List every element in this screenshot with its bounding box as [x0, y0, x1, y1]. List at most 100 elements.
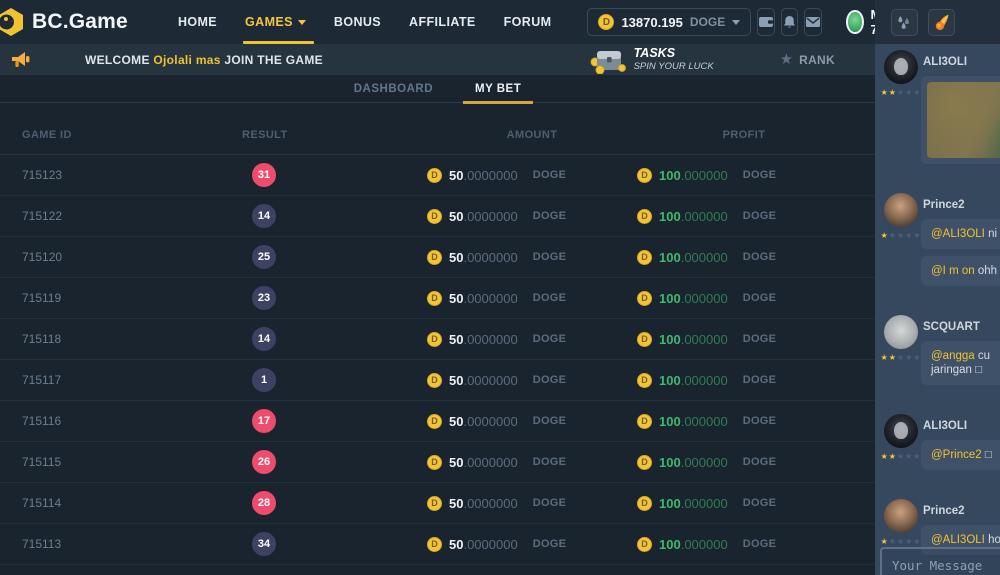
amount-cell: D 50.0000000 DOGE	[427, 209, 637, 224]
chat-text-bubble: @Prince2 □	[921, 440, 1000, 470]
chat-text-bubble: @angga cujaringan □	[921, 341, 1000, 385]
nav-bonus[interactable]: BONUS	[320, 0, 395, 44]
chat-image[interactable]	[927, 82, 1000, 158]
bet-table-row[interactable]: 715119 23 D 50.0000000 DOGE D 100.000000…	[0, 278, 875, 319]
bet-table-row[interactable]: 715120 25 D 50.0000000 DOGE D 100.000000…	[0, 237, 875, 278]
profit-cell: D 100.000000 DOGE	[637, 537, 851, 552]
chat-input[interactable]	[892, 558, 1000, 573]
doge-coin-icon: D	[637, 332, 652, 347]
welcome-suffix: JOIN THE GAME	[224, 53, 323, 67]
star-icon: ★	[889, 353, 897, 362]
nav-home[interactable]: HOME	[164, 0, 231, 44]
star-icon: ★	[881, 353, 889, 362]
result-badge: 1	[252, 368, 276, 392]
result-badge: 26	[252, 450, 276, 474]
chat-avatar[interactable]	[884, 414, 918, 448]
doge-coin-icon: D	[637, 209, 652, 224]
bet-table-row[interactable]: 715116 17 D 50.0000000 DOGE D 100.000000…	[0, 401, 875, 442]
chat-avatar[interactable]	[884, 499, 918, 533]
profit-cell: D 100.000000 DOGE	[637, 455, 851, 470]
bet-table-header: GAME ID RESULT AMOUNT PROFIT	[0, 103, 875, 155]
star-icon: ★	[897, 88, 905, 97]
doge-coin-icon: D	[637, 373, 652, 388]
chat-avatar[interactable]	[884, 50, 918, 84]
profit-cell: D 100.000000 DOGE	[637, 209, 851, 224]
amount-cell: D 50.0000000 DOGE	[427, 332, 637, 347]
balance-selector[interactable]: D 13870.195 DOGE	[587, 8, 751, 36]
amount-cell: D 50.0000000 DOGE	[427, 291, 637, 306]
bet-table-row[interactable]: 715113 34 D 50.0000000 DOGE D 100.000000…	[0, 524, 875, 565]
profit-currency: DOGE	[743, 169, 777, 181]
nav-games[interactable]: GAMES	[231, 0, 320, 44]
amount-currency: DOGE	[533, 497, 567, 509]
chat-username[interactable]: Prince2	[923, 199, 1000, 211]
bet-table-row[interactable]: 715122 14 D 50.0000000 DOGE D 100.000000…	[0, 196, 875, 237]
bcgame-logo-icon	[0, 7, 26, 37]
user-star-rating: ★★★★★	[881, 537, 922, 546]
chat-username[interactable]: ALI3OLI	[923, 420, 1000, 432]
welcome-username: Ojolali mas	[153, 53, 220, 67]
amount-currency: DOGE	[533, 292, 567, 304]
profit-cell: D 100.000000 DOGE	[637, 373, 851, 388]
chevron-down-icon	[298, 20, 306, 25]
bet-table-row[interactable]: 715118 14 D 50.0000000 DOGE D 100.000000…	[0, 319, 875, 360]
mention-link[interactable]: @I m on	[931, 265, 975, 277]
amount-cell: D 50.0000000 DOGE	[427, 168, 637, 183]
amount-currency: DOGE	[533, 210, 567, 222]
doge-coin-icon: D	[637, 291, 652, 306]
megaphone-icon	[12, 52, 31, 68]
wallet-button[interactable]	[757, 8, 775, 36]
fireball-button[interactable]	[928, 9, 955, 36]
messages-button[interactable]	[804, 8, 822, 36]
brand-name: BC.Game	[32, 10, 128, 34]
main-column: BC.Game HOME GAMES BONUS AFFILIATE FORUM…	[0, 0, 875, 575]
rain-button[interactable]	[891, 9, 918, 36]
profit-currency: DOGE	[743, 251, 777, 263]
mention-link[interactable]: @angga	[931, 350, 975, 362]
bet-table-row[interactable]: 715114 28 D 50.0000000 DOGE D 100.000000…	[0, 483, 875, 524]
doge-coin-icon: D	[427, 168, 442, 183]
bet-table-row[interactable]: 715115 26 D 50.0000000 DOGE D 100.000000…	[0, 442, 875, 483]
tasks-widget[interactable]: TASKS SPIN YOUR LUCK	[590, 46, 714, 74]
bet-table-row[interactable]: 715123 31 D 50.0000000 DOGE D 100.000000…	[0, 155, 875, 196]
mail-icon	[805, 14, 821, 30]
doge-coin-icon: D	[637, 537, 652, 552]
amount-currency: DOGE	[533, 415, 567, 427]
user-star-rating: ★★★★★	[881, 88, 922, 97]
tab-dashboard[interactable]: DASHBOARD	[340, 75, 447, 103]
doge-coin-icon: D	[427, 537, 442, 552]
chat-username[interactable]: SCQUART	[923, 321, 1000, 333]
chat-message: ★★★★★ SCQUART @angga cujaringan □	[881, 315, 1000, 392]
star-icon: ★	[780, 52, 793, 67]
chat-bubbles: @ALI3OLI ni@I m on ohh	[921, 219, 1000, 286]
col-result: RESULT	[242, 129, 427, 141]
tab-my-bet[interactable]: MY BET	[461, 75, 535, 103]
chat-message-content: SCQUART @angga cujaringan □	[921, 315, 1000, 392]
chat-text-bubble: @I m on ohh	[921, 256, 1000, 286]
bet-table-row[interactable]: 715117 1 D 50.0000000 DOGE D 100.000000 …	[0, 360, 875, 401]
chat-avatar[interactable]	[884, 193, 918, 227]
mention-link[interactable]: @ALI3OLI	[931, 534, 985, 546]
amount-currency: DOGE	[533, 251, 567, 263]
chat-avatar[interactable]	[884, 315, 918, 349]
nav-forum[interactable]: FORUM	[490, 0, 566, 44]
game-id: 715118	[22, 332, 242, 346]
notifications-button[interactable]	[781, 8, 798, 36]
result-badge: 14	[252, 204, 276, 228]
nav-affiliate[interactable]: AFFILIATE	[395, 0, 490, 44]
chat-bubbles: @angga cujaringan □	[921, 341, 1000, 385]
chat-message-meta: ★★★★★	[881, 315, 921, 392]
amount-currency: DOGE	[533, 169, 567, 181]
chat-username[interactable]: ALI3OLI	[923, 56, 1000, 68]
doge-coin-icon: D	[427, 496, 442, 511]
result-badge: 25	[252, 245, 276, 269]
chat-message-content: ALI3OLI @Prince2 □	[921, 414, 1000, 477]
game-id: 715119	[22, 291, 242, 305]
mention-link[interactable]: @ALI3OLI	[931, 228, 985, 240]
welcome-message: WELCOME Ojolali mas JOIN THE GAME	[85, 53, 323, 67]
chat-username[interactable]: Prince2	[923, 505, 1000, 517]
rank-widget[interactable]: ★ RANK	[780, 52, 835, 67]
mention-link[interactable]: @Prince2	[931, 449, 982, 461]
tasks-subtitle: SPIN YOUR LUCK	[634, 61, 714, 72]
brand-logo[interactable]: BC.Game	[2, 7, 128, 37]
